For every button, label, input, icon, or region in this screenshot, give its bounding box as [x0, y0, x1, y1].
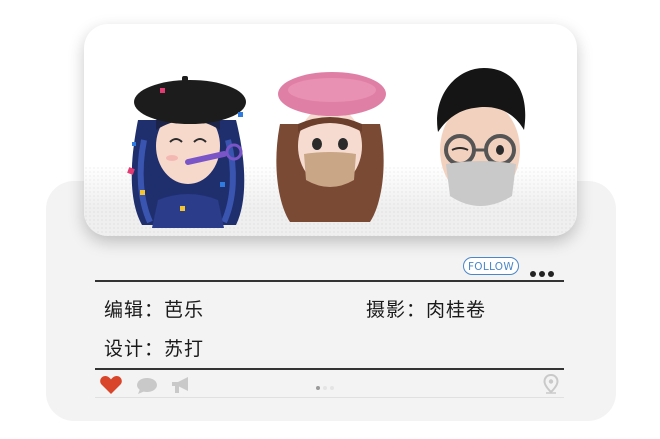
- post-image[interactable]: [84, 24, 577, 236]
- pager-dot: [323, 386, 327, 390]
- location-pin-icon[interactable]: [543, 374, 559, 394]
- comment-icon[interactable]: [136, 377, 158, 395]
- follow-button[interactable]: FOLLOW: [463, 257, 519, 275]
- more-dots-icon[interactable]: [530, 262, 560, 277]
- heart-icon[interactable]: [99, 375, 123, 395]
- footer-line: [95, 397, 564, 398]
- avatar-party-girl: [127, 76, 246, 228]
- divider-bottom: [95, 368, 564, 370]
- megaphone-icon[interactable]: [170, 376, 192, 394]
- pager-dot: [330, 386, 334, 390]
- image-pager: [316, 375, 337, 394]
- credit-editor: 编辑：芭乐: [104, 299, 205, 321]
- avatar-glasses-man: [437, 68, 526, 206]
- avatar-beret-girl: [276, 72, 386, 222]
- pager-dot: [316, 386, 320, 390]
- credit-photo: 摄影：肉桂卷: [366, 299, 487, 321]
- divider-top: [95, 280, 564, 282]
- credit-design: 设计：苏打: [104, 338, 205, 360]
